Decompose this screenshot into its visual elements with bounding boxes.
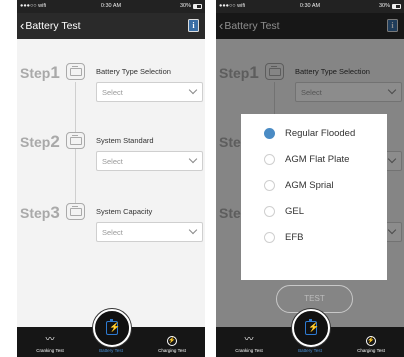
select-value: Select — [102, 157, 123, 166]
step-label: System Standard — [96, 136, 154, 145]
battery-type-select[interactable]: Select — [96, 82, 203, 102]
option-label: Regular Flooded — [285, 128, 356, 139]
system-capacity-select[interactable]: Select — [96, 222, 203, 242]
step-number: Step3 — [20, 203, 60, 222]
battery-status-icon — [193, 3, 202, 9]
battery-status-icon — [392, 3, 401, 9]
radio-empty-icon — [264, 154, 275, 165]
step-number: Step2 — [20, 132, 60, 151]
status-bar: ●●●○○ wifi 0:30 AM 30% — [216, 0, 404, 13]
option-regular-flooded[interactable]: Regular Flooded — [241, 122, 387, 146]
tab-label: Charging Test — [158, 348, 186, 353]
option-label: AGM Flat Plate — [285, 154, 350, 165]
nav-bar: ‹ Battery Test i — [17, 13, 205, 39]
tab-charging-test[interactable]: ⚡ Charging Test — [147, 327, 197, 357]
clock: 0:30 AM — [299, 3, 321, 9]
back-button[interactable]: ‹ Battery Test — [20, 18, 81, 34]
tab-label: Battery Test — [99, 348, 123, 353]
radio-empty-icon — [264, 206, 275, 217]
chevron-down-icon — [188, 154, 198, 164]
step-number: Step1 — [20, 63, 60, 82]
system-standard-select[interactable]: Select — [96, 151, 203, 171]
clock: 0:30 AM — [100, 3, 122, 9]
option-label: EFB — [285, 232, 304, 243]
select-value: Select — [102, 228, 123, 237]
radio-selected-icon — [264, 128, 275, 139]
tab-label: Cranking Test — [36, 348, 64, 353]
battery-step-icon — [66, 63, 85, 80]
select-value: Select — [102, 88, 123, 97]
step-1: Step1 Battery Type Selection Select — [17, 63, 205, 113]
option-agm-flat-plate[interactable]: AGM Flat Plate — [241, 148, 387, 172]
option-efb[interactable]: EFB — [241, 226, 387, 250]
step-label: System Capacity — [96, 207, 153, 216]
battery-test-fab[interactable]: ⚡ — [93, 309, 131, 347]
option-label: AGM Sprial — [285, 180, 334, 191]
chevron-left-icon: ‹ — [20, 18, 25, 33]
modal-overlay[interactable]: Regular Flooded AGM Flat Plate AGM Spria… — [216, 13, 404, 327]
phone-screen-dialog: ●●●○○ wifi 0:30 AM 30% ‹ Battery Test i … — [216, 0, 404, 357]
chevron-down-icon — [188, 85, 198, 95]
waveform-icon: 〰 — [45, 334, 55, 344]
battery-icon: ⚡ — [106, 319, 120, 335]
battery-step-icon — [66, 132, 85, 149]
option-label: GEL — [285, 206, 305, 217]
battery-type-dialog: Regular Flooded AGM Flat Plate AGM Spria… — [241, 114, 387, 280]
chevron-down-icon — [188, 225, 198, 235]
page-title: Battery Test — [25, 20, 81, 32]
option-agm-sprial[interactable]: AGM Sprial — [241, 174, 387, 198]
tab-charging-test[interactable]: ⚡ Charging Test — [346, 327, 396, 357]
step-3: Step3 System Capacity Select — [17, 203, 205, 253]
status-bar: ●●●○○ wifi 0:30 AM 30% — [17, 0, 205, 13]
charging-icon: ⚡ — [167, 336, 177, 346]
radio-empty-icon — [264, 232, 275, 243]
option-gel[interactable]: GEL — [241, 200, 387, 224]
waveform-icon: 〰 — [244, 334, 254, 344]
battery-step-icon — [66, 203, 85, 220]
tab-cranking-test[interactable]: 〰 Cranking Test — [25, 327, 75, 357]
battery-icon: ⚡ — [305, 319, 319, 335]
phone-screen-steps: ●●●○○ wifi 0:30 AM 30% ‹ Battery Test i … — [17, 0, 205, 357]
tab-label: Cranking Test — [235, 348, 263, 353]
step-label: Battery Type Selection — [96, 67, 171, 76]
charging-icon: ⚡ — [366, 336, 376, 346]
battery-percent: 30% — [378, 3, 390, 9]
step-2: Step2 System Standard Select — [17, 132, 205, 182]
tab-cranking-test[interactable]: 〰 Cranking Test — [224, 327, 274, 357]
battery-test-fab[interactable]: ⚡ — [292, 309, 330, 347]
info-icon[interactable]: i — [188, 19, 199, 32]
radio-empty-icon — [264, 180, 275, 191]
tab-label: Battery Test — [298, 348, 322, 353]
battery-percent: 30% — [179, 3, 191, 9]
tab-label: Charging Test — [357, 348, 385, 353]
steps-content: Step1 Battery Type Selection Select Step… — [17, 39, 205, 327]
